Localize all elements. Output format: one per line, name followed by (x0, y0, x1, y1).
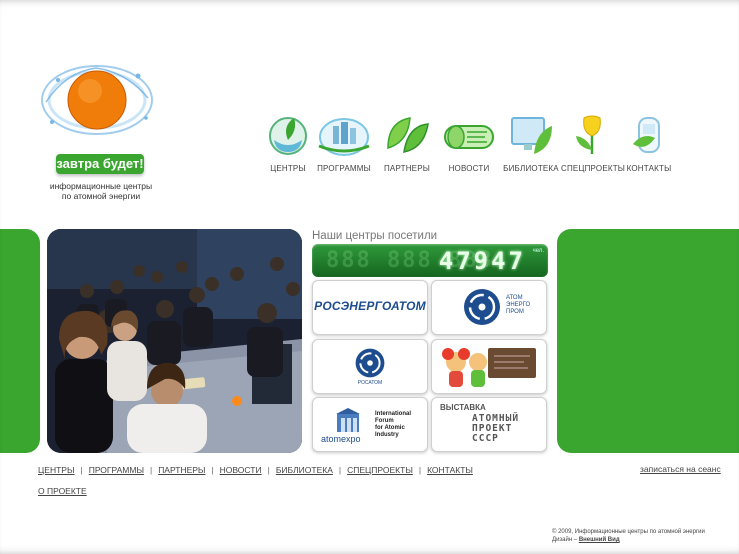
visitor-counter: 888 888 888 47947 чел. (312, 244, 548, 277)
exhibition-title: ВЫСТАВКА (440, 403, 486, 412)
nav-label-library: БИБЛИОТЕКА (503, 164, 559, 173)
exhibition-name: АТОМНЫЙ ПРОЕКТ СССР (472, 414, 519, 444)
nav-item-special-projects[interactable]: СПЕЦПРОЕКТЫ (561, 112, 626, 173)
cartoon-characters-image (442, 348, 536, 387)
footer-separator: | (267, 465, 270, 475)
design-prefix: Дизайн – (552, 537, 578, 543)
atomexpo-building-icon (336, 408, 360, 432)
atomenergoprom-line-3: ПРОМ (506, 309, 524, 315)
forum-line-4: Industry (375, 432, 399, 438)
partner-tile-cartoon[interactable] (431, 339, 547, 394)
site-logo[interactable] (38, 58, 156, 142)
atomenergoprom-emblem-icon (464, 289, 500, 325)
footer-link-about[interactable]: О ПРОЕКТЕ (38, 486, 87, 496)
atomenergoprom-text: АТОМ ЭНЕРГО ПРОМ (506, 295, 530, 316)
green-side-panel-left (0, 229, 40, 453)
counter-unit: чел. (532, 248, 544, 254)
footer-separator: | (418, 465, 422, 475)
two-leaves-icon (387, 117, 429, 153)
forum-line-2: Forum (375, 418, 394, 424)
visitor-counter-title: Наши центры посетили (312, 230, 438, 242)
partner-tile-atomexpo[interactable]: International Forum for Atomic Industry … (312, 397, 428, 452)
nav-item-programs[interactable]: ПРОГРАММЫ (309, 112, 379, 173)
nav-item-centers[interactable]: ЦЕНТРЫ (263, 112, 313, 173)
footer-separator: | (80, 465, 83, 475)
partner-tile-rosatom[interactable]: РОСАТОМ (312, 339, 428, 394)
nav-label-centers: ЦЕНТРЫ (270, 164, 306, 173)
nav-label-contacts: КОНТАКТЫ (626, 164, 672, 173)
nav-item-news[interactable]: НОВОСТИ (439, 112, 499, 173)
footer-separator: | (211, 465, 214, 475)
footer-link-news[interactable]: НОВОСТИ (220, 465, 262, 475)
footer-link-library[interactable]: БИБЛИОТЕКА (276, 465, 333, 475)
forum-text: International Forum for Atomic Industry (375, 411, 411, 439)
leaf-bowl-icon (269, 117, 307, 155)
nav-label-news: НОВОСТИ (448, 164, 490, 173)
phone-leaf-icon (633, 117, 660, 153)
partner-tile-atomenergoprom[interactable]: АТОМ ЭНЕРГО ПРОМ (431, 280, 547, 335)
copyright-text: © 2009, Информационные центры по атомной… (552, 529, 705, 535)
monitor-leaf-icon (511, 117, 552, 154)
design-credit: Дизайн – Внешний Вид (552, 536, 705, 544)
nav-item-contacts[interactable]: КОНТАКТЫ (625, 112, 673, 173)
footer-separator: | (149, 465, 153, 475)
orange-splash-logo-icon (41, 65, 153, 135)
rosatom-label: РОСАТОМ (357, 380, 383, 386)
footer-link-partners[interactable]: ПАРТНЕРЫ (158, 465, 205, 475)
green-side-panel-right (557, 229, 739, 453)
nav-label-special-projects: СПЕЦПРОЕКТЫ (561, 164, 626, 173)
counter-value: 47947 (438, 247, 526, 275)
footer-link-contacts[interactable]: КОНТАКТЫ (427, 465, 473, 475)
atomexpo-label: atomexpo (321, 434, 361, 444)
tulip-icon (576, 115, 601, 154)
dark-room-audience-image (47, 229, 302, 453)
slogan-button[interactable]: завтра будет! (56, 154, 144, 174)
nav-label-partners: ПАРТНЕРЫ (383, 164, 431, 173)
atomenergoprom-line-1: АТОМ (506, 295, 523, 301)
partner-tile-exhibition[interactable]: ВЫСТАВКА АТОМНЫЙ ПРОЕКТ СССР (431, 397, 547, 452)
rosatom-emblem-icon (355, 348, 385, 378)
city-bubble-icon (318, 118, 370, 156)
footer-link-programs[interactable]: ПРОГРАММЫ (89, 465, 144, 475)
copyright: © 2009, Информационные центры по атомной… (552, 528, 705, 544)
forum-line-3: for Atomic (375, 425, 405, 431)
nav-item-library[interactable]: БИБЛИОТЕКА (503, 112, 559, 173)
tagline-line-1: информационные центры (49, 181, 153, 191)
atomenergoprom-line-2: ЭНЕРГО (506, 302, 531, 308)
exhibition-line-3: СССР (472, 433, 499, 444)
rosenergoatom-logo-text: РОСЭНЕРГОАТОМ (314, 299, 426, 313)
newspaper-roll-icon (444, 125, 494, 149)
tagline-line-2: по атомной энергии (61, 191, 141, 201)
footer-separator: | (338, 465, 342, 475)
forum-line-1: International (375, 411, 412, 417)
site-tagline: информационные центры по атомной энергии (38, 181, 164, 201)
signup-session-link[interactable]: записаться на сеанс (640, 464, 721, 474)
visitors-photo (47, 229, 302, 453)
footer-link-centers[interactable]: ЦЕНТРЫ (38, 465, 74, 475)
partner-tile-rosenergoatom[interactable]: РОСЭНЕРГОАТОМ (312, 280, 428, 335)
nav-label-programs: ПРОГРАММЫ (317, 164, 371, 173)
design-studio-link[interactable]: Внешний Вид (579, 537, 620, 543)
footer-link-special-projects[interactable]: СПЕЦПРОЕКТЫ (347, 465, 413, 475)
footer-navigation: ЦЕНТРЫ | ПРОГРАММЫ | ПАРТНЕРЫ | НОВОСТИ | БИБЛИО… (38, 465, 473, 475)
nav-item-partners[interactable]: ПАРТНЕРЫ (379, 112, 435, 173)
